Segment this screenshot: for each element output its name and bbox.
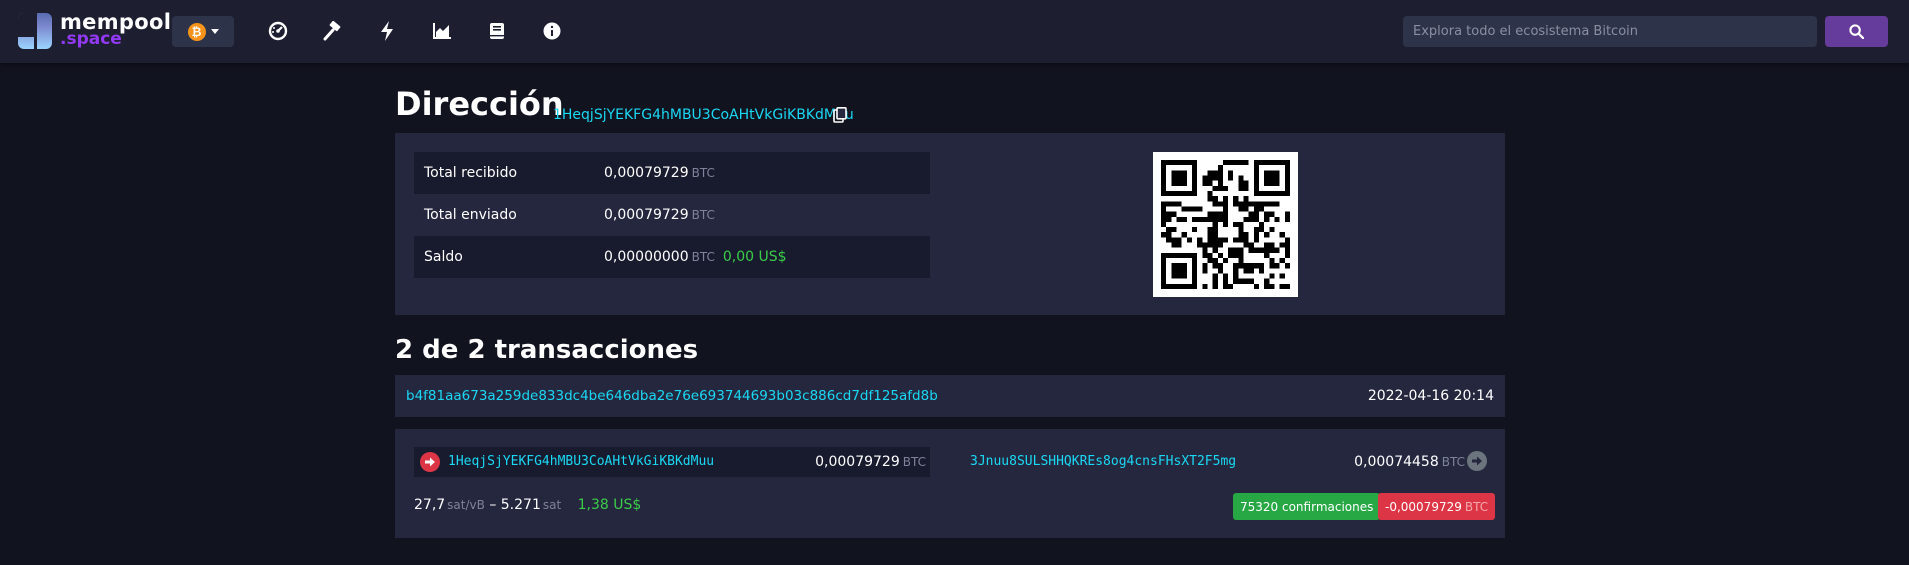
- summary-unit: BTC: [691, 166, 715, 180]
- address-summary-box: Total recibido 0,00079729 BTC Total envia…: [395, 133, 1505, 315]
- summary-value: 0,00079729: [604, 207, 689, 223]
- balance-fiat: 0,00 US$: [722, 249, 787, 265]
- search-input[interactable]: [1403, 16, 1817, 47]
- address-summary-table: Total recibido 0,00079729 BTC Total envia…: [414, 152, 930, 278]
- summary-row-balance: Saldo 0,00000000 BTC 0,00 US$: [414, 236, 930, 278]
- transaction-body: 1HeqjSjYEKFG4hMBU3CoAHtVkGiKBKdMuu 0,000…: [395, 429, 1505, 538]
- summary-label: Saldo: [424, 249, 463, 265]
- copy-icon[interactable]: [833, 107, 847, 123]
- summary-unit: BTC: [691, 250, 715, 264]
- navbar: mempool .space ₿: [0, 0, 1909, 63]
- output-amount: 0,00074458: [1354, 454, 1439, 470]
- bitcoin-icon: ₿: [187, 22, 206, 41]
- output-arrow-icon[interactable]: [1467, 451, 1487, 471]
- fee-rate: 27,7: [414, 497, 446, 513]
- address-qr-code: [1153, 152, 1298, 297]
- docs-icon[interactable]: [486, 20, 508, 42]
- summary-label: Total recibido: [424, 165, 518, 181]
- input-address-link[interactable]: 1HeqjSjYEKFG4hMBU3CoAHtVkGiKBKdMuu: [448, 454, 714, 469]
- tx-timestamp: 2022-04-16 20:14: [1367, 388, 1494, 404]
- page-title: Dirección: [395, 85, 564, 123]
- fee-unit: sat: [542, 498, 562, 512]
- input-arrow-icon[interactable]: [420, 452, 440, 472]
- output-address-link[interactable]: 3Jnuu8SULSHHQKREs8og4cnsFHsXT2F5mg: [970, 454, 1236, 469]
- summary-value: 0,00000000: [604, 249, 689, 265]
- fee-fiat: 1,38 US$: [577, 497, 642, 513]
- tx-input-row: 1HeqjSjYEKFG4hMBU3CoAHtVkGiKBKdMuu 0,000…: [414, 447, 930, 477]
- summary-row-received: Total recibido 0,00079729 BTC: [414, 152, 930, 194]
- chevron-down-icon: [210, 29, 219, 34]
- transactions-heading: 2 de 2 transacciones: [395, 335, 699, 365]
- txid-link[interactable]: b4f81aa673a259de833dc4be646dba2e76e69374…: [406, 388, 938, 404]
- dashboard-icon[interactable]: [267, 20, 289, 42]
- summary-label: Total enviado: [424, 207, 517, 223]
- delta-unit: BTC: [1464, 499, 1489, 514]
- search-button[interactable]: [1825, 16, 1888, 47]
- fee-separator: –: [489, 497, 497, 513]
- mining-icon[interactable]: [321, 20, 343, 42]
- confirmations-badge[interactable]: 75320 confirmaciones: [1233, 493, 1381, 520]
- search-icon: [1849, 24, 1864, 39]
- delta-amount: -0,00079729: [1385, 499, 1462, 514]
- summary-row-sent: Total enviado 0,00079729 BTC: [414, 194, 930, 236]
- about-icon[interactable]: [541, 20, 563, 42]
- graphs-icon[interactable]: [431, 20, 453, 42]
- summary-unit: BTC: [691, 208, 715, 222]
- amount-delta-badge[interactable]: -0,00079729 BTC: [1378, 493, 1496, 520]
- network-selector-button[interactable]: ₿: [172, 16, 234, 47]
- logo-mark: [18, 13, 52, 49]
- input-amount: 0,00079729: [815, 454, 900, 470]
- tx-fee-info: 27,7 sat/vB – 5.271 sat 1,38 US$: [414, 497, 641, 513]
- transaction-header: b4f81aa673a259de833dc4be646dba2e76e69374…: [395, 375, 1505, 417]
- mempool-logo[interactable]: mempool .space: [18, 12, 171, 49]
- fee-rate-unit: sat/vB: [447, 498, 485, 512]
- output-unit: BTC: [1441, 455, 1465, 469]
- address-link[interactable]: 1HeqjSjYEKFG4hMBU3CoAHtVkGiKBKdMuu: [553, 107, 854, 123]
- fee-amount: 5.271: [500, 497, 541, 513]
- summary-value: 0,00079729: [604, 165, 689, 181]
- input-unit: BTC: [902, 455, 926, 469]
- lightning-icon[interactable]: [376, 20, 398, 42]
